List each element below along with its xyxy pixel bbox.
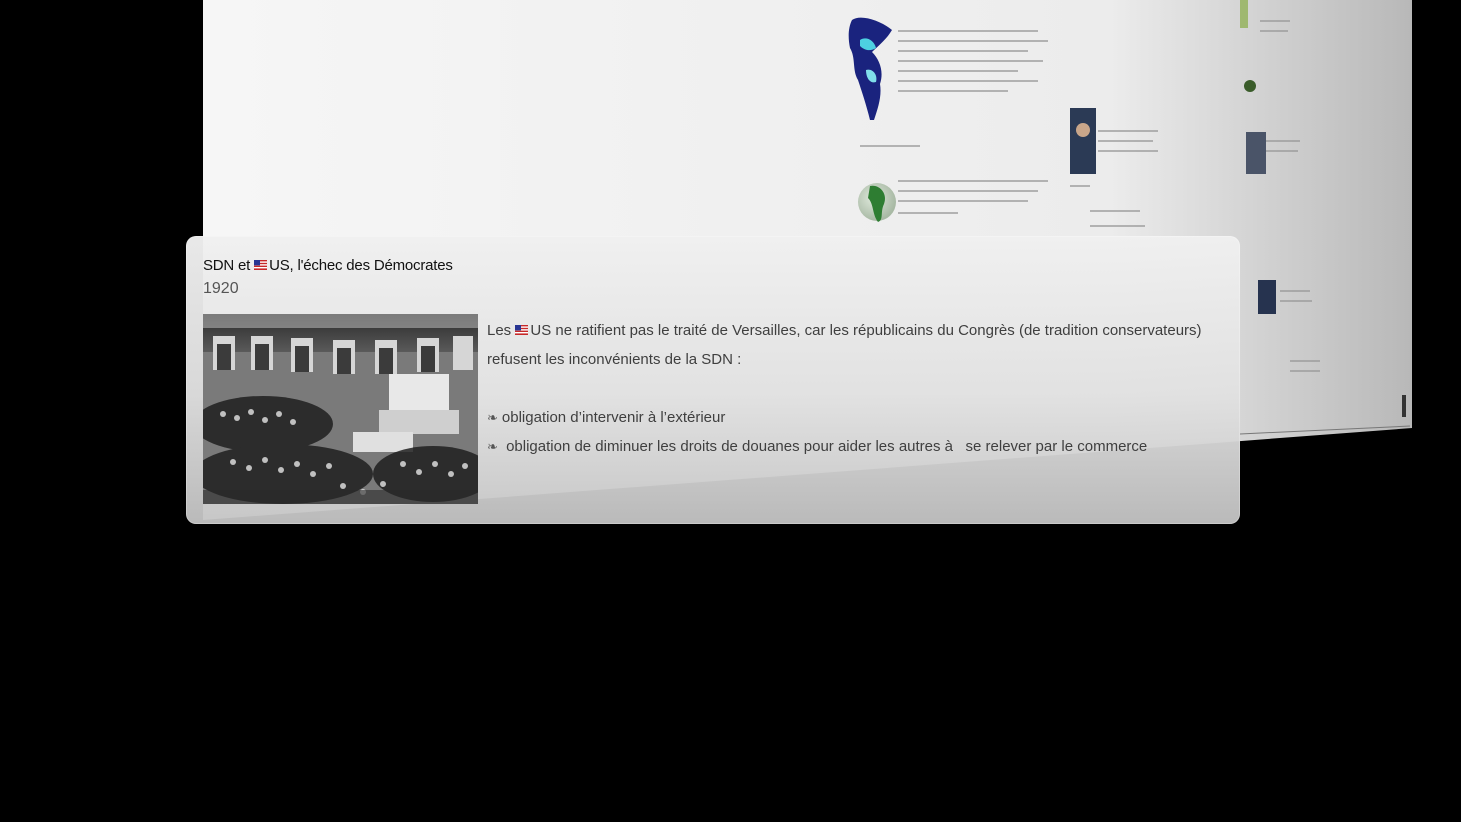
event-intro: Les US ne ratifient pas le traité de Ver… bbox=[487, 316, 1227, 374]
americas-map-icon bbox=[848, 17, 892, 120]
event-title-prefix: SDN et bbox=[203, 257, 255, 274]
event-description: Les US ne ratifient pas le traité de Ver… bbox=[487, 316, 1227, 461]
portrait-thumbnail bbox=[1070, 108, 1096, 174]
event-title: SDN et US, l'échec des Démocrates bbox=[203, 257, 453, 274]
bullet-text: obligation de diminuer les droits de dou… bbox=[501, 438, 1148, 455]
us-flag-icon bbox=[254, 260, 268, 270]
list-item: ❧ obligation de diminuer les droits de d… bbox=[487, 432, 1227, 461]
intro-suffix: US ne ratifient pas le traité de Versail… bbox=[487, 322, 1202, 368]
bullet-text: obligation d’intervenir à l’extérieur bbox=[501, 409, 726, 426]
fleuron-bullet-icon: ❧ bbox=[487, 439, 498, 454]
fleuron-bullet-icon: ❧ bbox=[487, 410, 498, 425]
event-popup-card: SDN et US, l'échec des Démocrates 1920 L… bbox=[186, 236, 1240, 524]
us-flag-icon bbox=[515, 325, 529, 335]
intro-prefix: Les bbox=[487, 322, 516, 339]
event-title-suffix: US, l'échec des Démocrates bbox=[269, 257, 453, 274]
congress-chamber-photo bbox=[203, 314, 478, 504]
list-item: ❧ obligation d’intervenir à l’extérieur bbox=[487, 403, 1227, 432]
event-year: 1920 bbox=[203, 280, 239, 297]
globe-icon bbox=[858, 183, 896, 221]
